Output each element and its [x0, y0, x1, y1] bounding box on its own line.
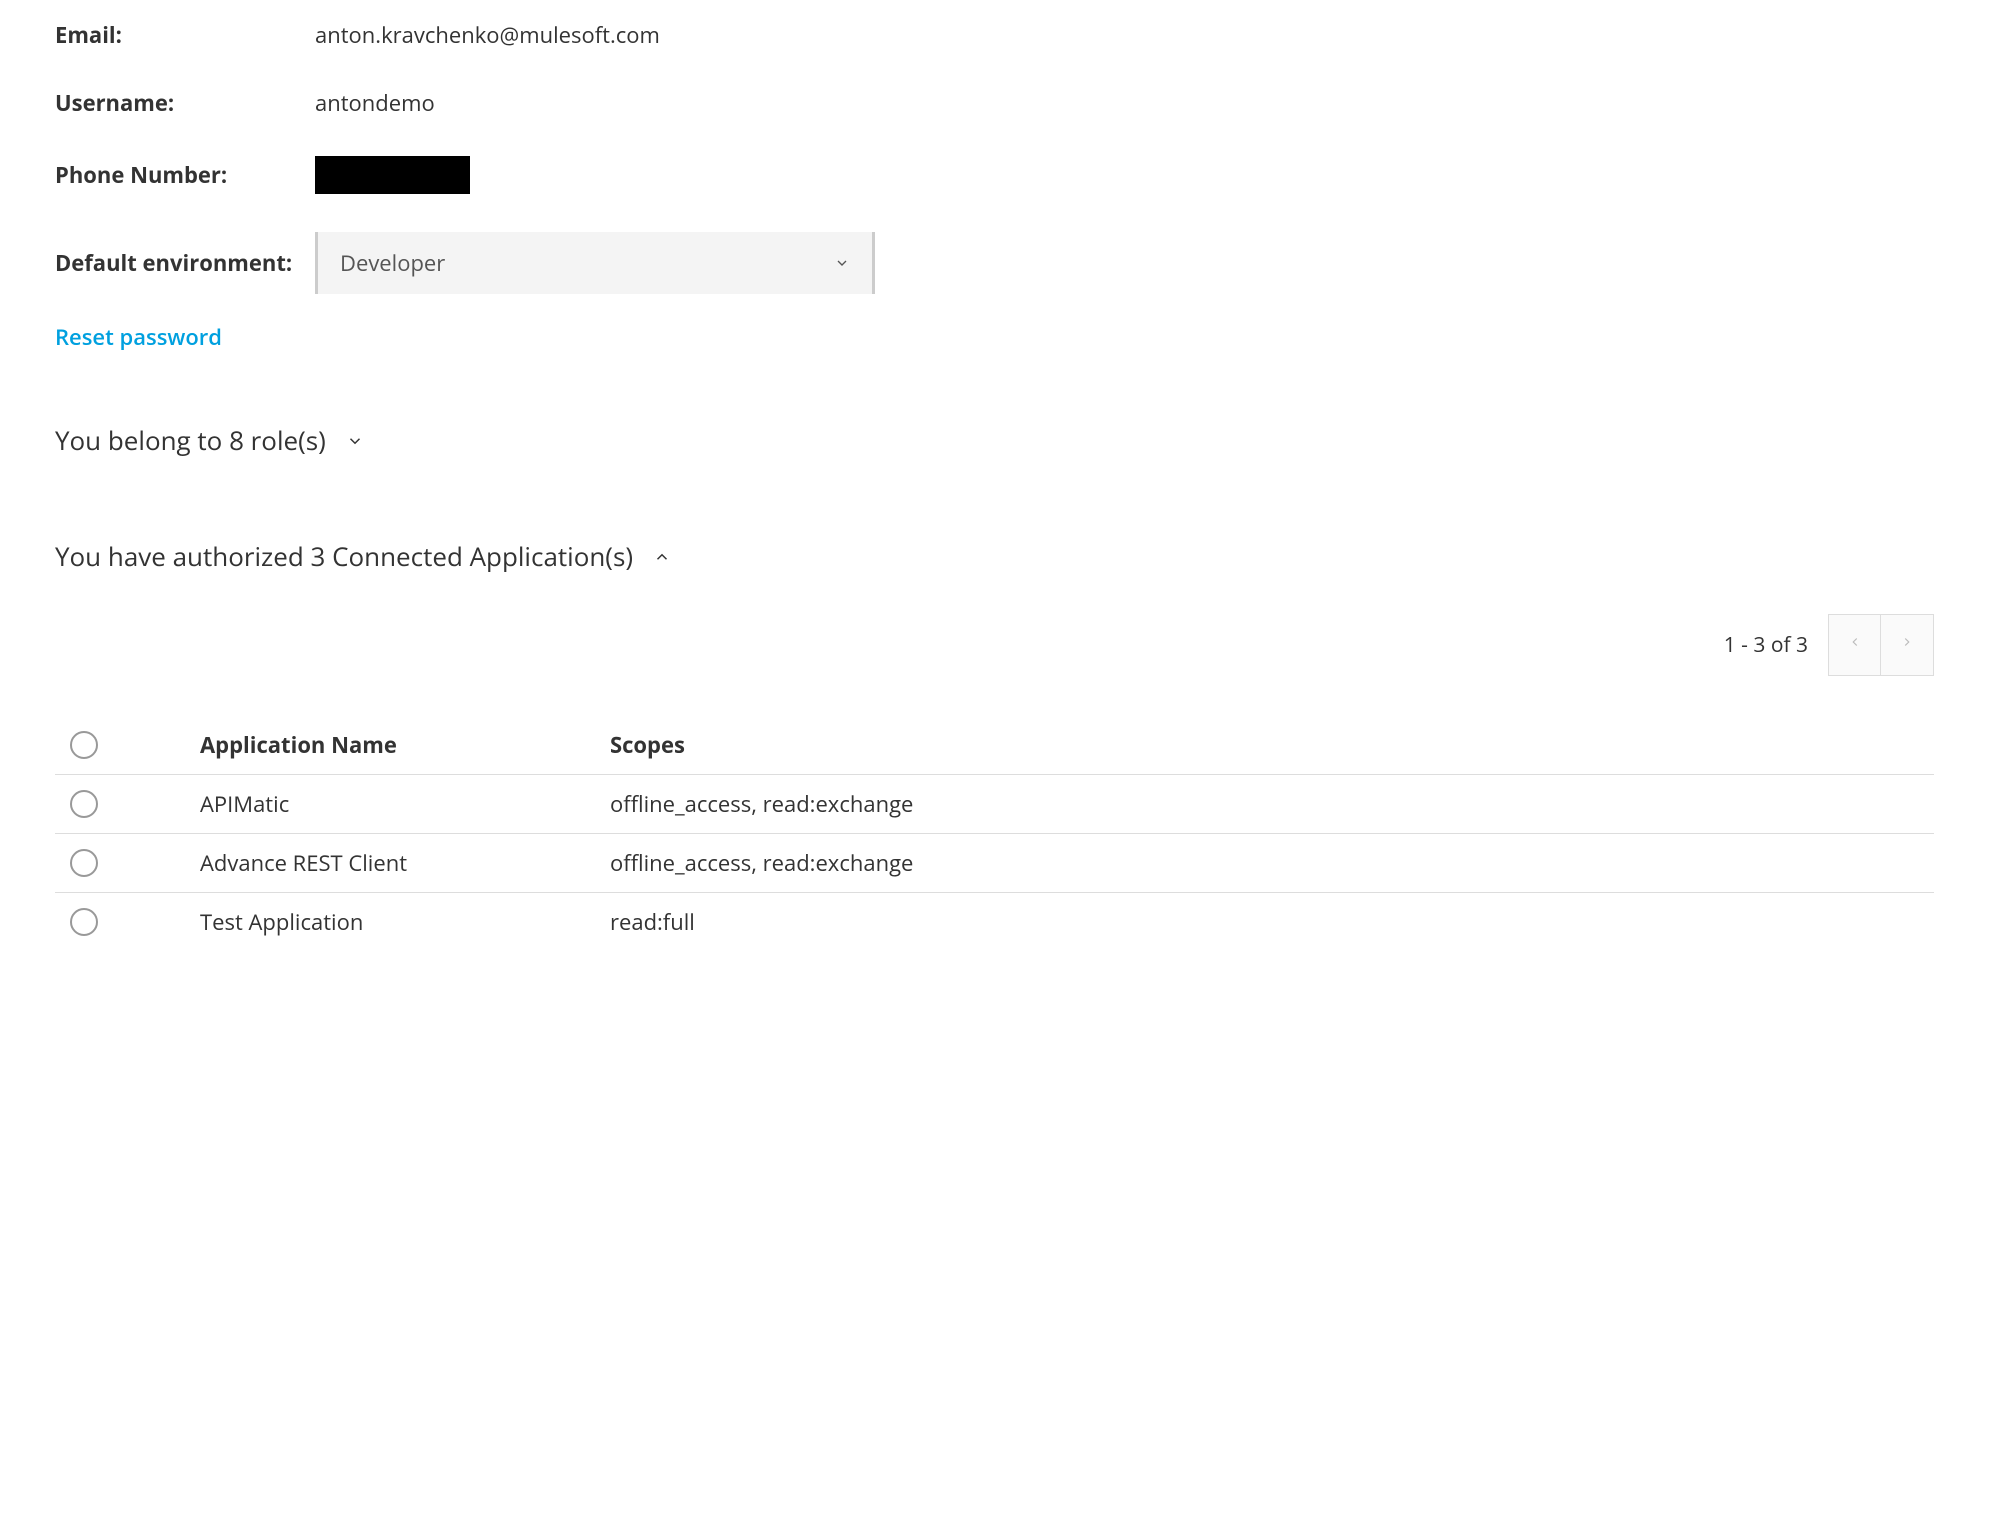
chevron-up-icon — [653, 538, 671, 574]
chevron-right-icon — [1900, 630, 1914, 660]
select-all-cell — [55, 731, 200, 759]
environment-label: Default environment: — [55, 248, 315, 278]
email-value: anton.kravchenko@mulesoft.com — [315, 20, 660, 50]
table-row: Test Application read:full — [55, 893, 1934, 951]
header-scopes: Scopes — [610, 730, 1934, 760]
reset-password-link[interactable]: Reset password — [55, 322, 222, 352]
cell-scopes: offline_access, read:exchange — [610, 789, 1934, 819]
environment-row: Default environment: Developer — [55, 232, 1934, 294]
phone-row: Phone Number: — [55, 156, 1934, 194]
roles-section-title: You belong to 8 role(s) — [55, 422, 326, 458]
cell-application-name: APIMatic — [200, 789, 610, 819]
table-header-row: Application Name Scopes — [55, 716, 1934, 775]
cell-application-name: Test Application — [200, 907, 610, 937]
select-all-radio[interactable] — [70, 731, 98, 759]
username-label: Username: — [55, 88, 315, 118]
cell-scopes: offline_access, read:exchange — [610, 848, 1934, 878]
chevron-left-icon — [1848, 630, 1862, 660]
table-row: APIMatic offline_access, read:exchange — [55, 775, 1934, 834]
applications-table: Application Name Scopes APIMatic offline… — [55, 716, 1934, 951]
pager-buttons — [1828, 614, 1934, 676]
roles-section-toggle[interactable]: You belong to 8 role(s) — [55, 422, 1934, 458]
table-row: Advance REST Client offline_access, read… — [55, 834, 1934, 893]
phone-value-redacted — [315, 156, 470, 194]
email-label: Email: — [55, 20, 315, 50]
environment-selected-value: Developer — [340, 248, 445, 278]
row-radio[interactable] — [70, 790, 98, 818]
apps-section-title: You have authorized 3 Connected Applicat… — [55, 538, 633, 574]
pagination-range: 1 - 3 of 3 — [1724, 631, 1808, 659]
email-row: Email: anton.kravchenko@mulesoft.com — [55, 20, 1934, 50]
row-radio[interactable] — [70, 849, 98, 877]
username-value: antondemo — [315, 88, 435, 118]
page-prev-button[interactable] — [1829, 615, 1881, 675]
apps-section-toggle[interactable]: You have authorized 3 Connected Applicat… — [55, 538, 1934, 574]
environment-dropdown[interactable]: Developer — [315, 232, 875, 294]
cell-application-name: Advance REST Client — [200, 848, 610, 878]
chevron-down-icon — [834, 248, 850, 278]
header-application-name: Application Name — [200, 730, 610, 760]
pagination: 1 - 3 of 3 — [55, 614, 1934, 676]
chevron-down-icon — [346, 422, 364, 458]
phone-label: Phone Number: — [55, 160, 315, 190]
cell-scopes: read:full — [610, 907, 1934, 937]
page-next-button[interactable] — [1881, 615, 1933, 675]
username-row: Username: antondemo — [55, 88, 1934, 118]
row-radio[interactable] — [70, 908, 98, 936]
